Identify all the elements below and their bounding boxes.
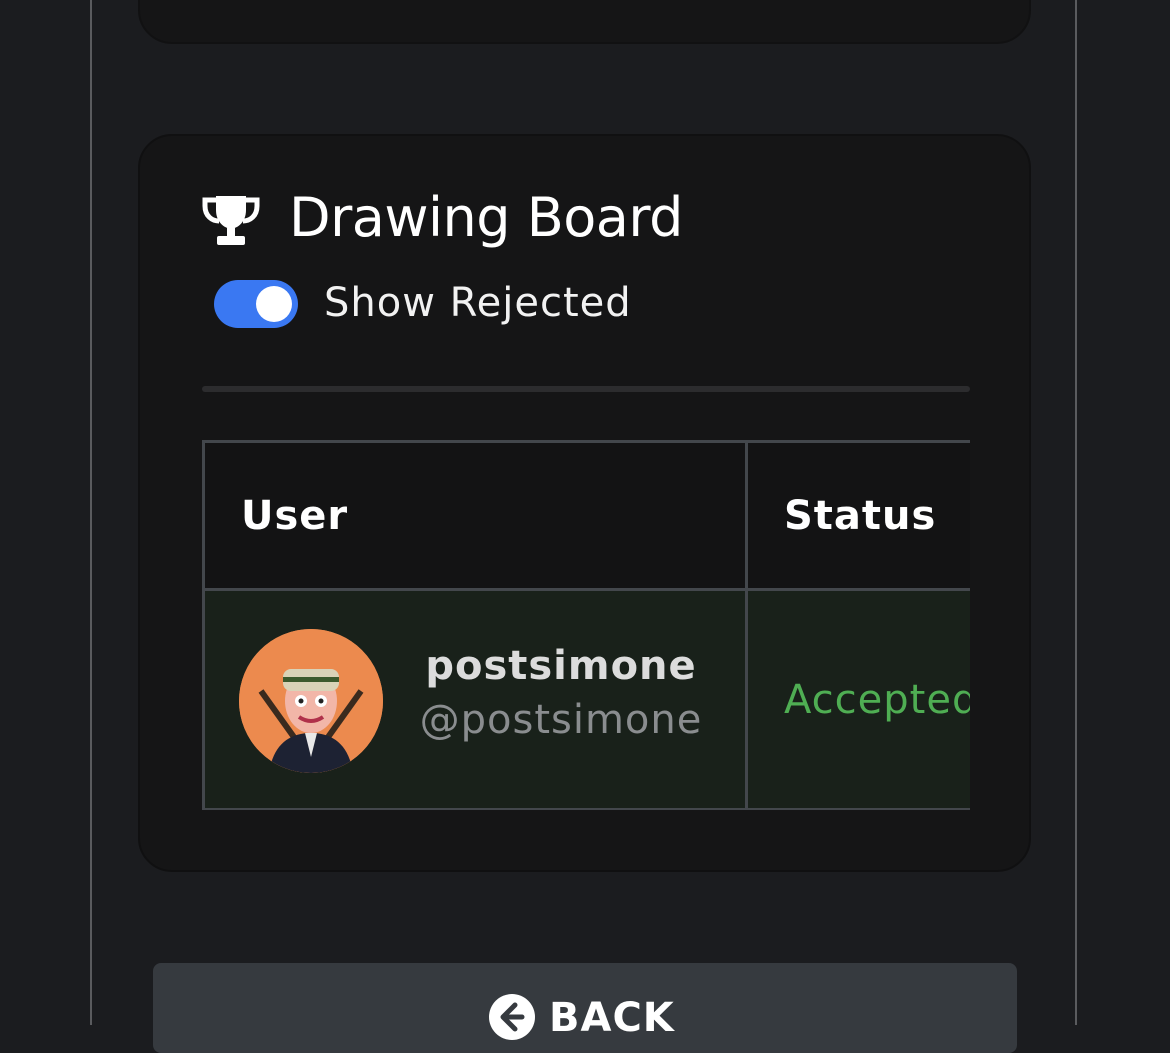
divider <box>202 386 970 392</box>
show-rejected-toggle[interactable] <box>214 280 298 328</box>
table-scroll-container[interactable]: User Status postsimone @postsimone Accep… <box>202 440 970 810</box>
user-cell: postsimone @postsimone <box>202 588 748 810</box>
card-title: Drawing Board <box>289 186 683 249</box>
toggle-knob <box>256 286 292 322</box>
table-row[interactable]: postsimone @postsimone Accepted <box>202 588 970 810</box>
arrow-left-circle-icon <box>489 994 535 1040</box>
previous-card <box>138 0 1031 44</box>
avatar-image <box>239 628 383 773</box>
column-header-status: Status <box>745 440 970 591</box>
status-badge: Accepted <box>784 676 970 723</box>
drawing-board-card: Drawing Board Show Rejected User Status <box>138 134 1031 872</box>
avatar[interactable] <box>239 628 383 773</box>
submissions-table: User Status postsimone @postsimone Accep… <box>202 440 970 810</box>
show-rejected-label: Show Rejected <box>324 280 632 326</box>
user-handle: @postsimone <box>419 696 703 743</box>
status-cell: Accepted <box>745 588 970 810</box>
back-button-label: BACK <box>549 995 675 1041</box>
table-header-row: User Status <box>202 440 970 591</box>
back-button[interactable]: BACK <box>153 963 1017 1053</box>
column-header-user: User <box>202 440 748 591</box>
trophy-icon <box>202 196 260 245</box>
user-display-name[interactable]: postsimone <box>401 643 721 689</box>
